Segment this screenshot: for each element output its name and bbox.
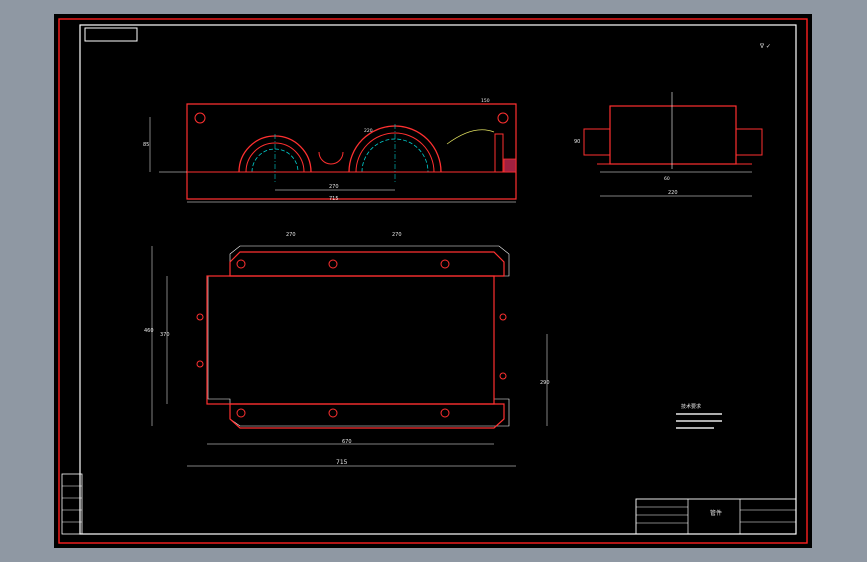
tech-notes-title: 技术要求 <box>681 403 701 410</box>
leader-curve <box>446 129 495 145</box>
side-left-lug <box>583 128 611 156</box>
inner-frame <box>79 24 797 535</box>
top-hole-10 <box>499 372 507 380</box>
front-sec-b: 150 <box>481 98 490 104</box>
side-width-dim: 220 <box>668 190 678 196</box>
roughness-mark: ∇ ✓ <box>759 43 771 50</box>
side-body <box>609 105 737 165</box>
cad-drawing: ∇ ✓ 715 270 85 220 150 220 90 60 270 270… <box>58 18 808 544</box>
front-length-dim: 715 <box>329 196 339 202</box>
side-inner-dim: 60 <box>664 176 670 182</box>
top-view: 270 270 670 715 460 370 290 <box>144 232 550 467</box>
side-right-lug <box>735 128 763 156</box>
top-hole-9 <box>499 313 507 321</box>
top-inner-height-dim: 370 <box>160 332 170 338</box>
top-left-gap-dim: 270 <box>286 232 296 238</box>
front-span-dim: 270 <box>329 184 339 190</box>
top-body <box>206 275 495 405</box>
front-hole-right <box>497 112 509 124</box>
outer-frame <box>58 18 808 544</box>
middle-groove <box>318 151 344 165</box>
top-inner-length-dim: 670 <box>342 439 352 445</box>
top-right-gap-dim: 270 <box>392 232 402 238</box>
front-view-outline <box>186 103 517 200</box>
top-lower-flange <box>229 403 505 429</box>
side-view: 220 90 60 <box>574 92 763 197</box>
top-hole-4 <box>236 408 246 418</box>
drawing-number-box <box>84 27 138 42</box>
top-hole-8 <box>196 360 204 368</box>
top-right-height-dim: 290 <box>540 380 550 386</box>
top-hole-2 <box>328 259 338 269</box>
side-height-dim: 90 <box>574 139 580 145</box>
tech-notes: 技术要求 <box>676 403 722 429</box>
top-hole-3 <box>440 259 450 269</box>
front-view: 715 270 85 220 150 <box>143 98 517 203</box>
section-hatch <box>503 158 517 173</box>
top-length-dim: 715 <box>336 459 348 466</box>
top-hole-6 <box>440 408 450 418</box>
front-hole-left <box>194 112 206 124</box>
top-height-dim: 460 <box>144 328 154 334</box>
title-block: 管件 <box>61 473 797 535</box>
front-height-dim: 85 <box>143 142 149 148</box>
top-outline-guide <box>207 245 510 427</box>
revision-strip <box>61 473 83 535</box>
top-upper-flange <box>229 251 505 277</box>
top-hole-5 <box>328 408 338 418</box>
front-sec-a: 220 <box>364 128 373 134</box>
top-hole-7 <box>196 313 204 321</box>
title-block-label: 管件 <box>710 509 722 517</box>
section-rib <box>494 133 504 173</box>
drawing-sheet: ∇ ✓ 715 270 85 220 150 220 90 60 270 270… <box>54 14 812 548</box>
top-hole-1 <box>236 259 246 269</box>
